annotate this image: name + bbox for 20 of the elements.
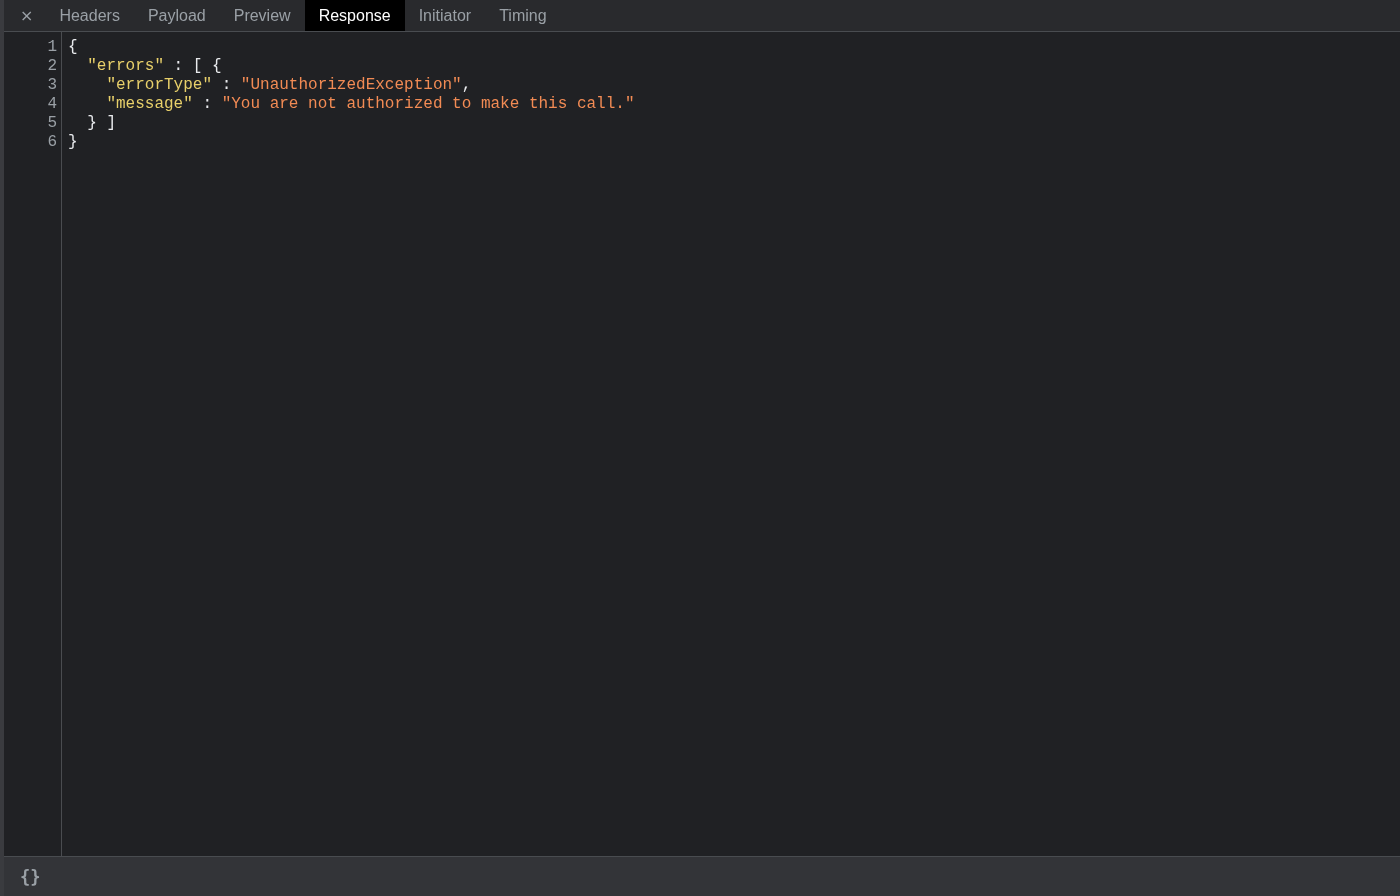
tab[interactable]: Headers [45, 0, 134, 31]
pretty-print-button[interactable]: {} [16, 864, 45, 889]
line-number: 6 [46, 133, 58, 152]
tab[interactable]: Payload [133, 0, 220, 31]
tab[interactable]: Response [304, 0, 405, 31]
line-number: 1 [46, 38, 58, 57]
tab[interactable]: Preview [219, 0, 305, 31]
line-number: 2 [46, 57, 58, 76]
code-line: } ] [86, 114, 117, 133]
code-line: "errorType" : "UnauthorizedException", [105, 76, 473, 95]
line-number: 5 [46, 114, 58, 133]
line-number: 4 [46, 95, 58, 114]
code-line: { [68, 38, 79, 57]
line-number: 3 [46, 76, 58, 95]
close-button[interactable]: × [8, 0, 46, 31]
tab[interactable]: Timing [485, 0, 561, 31]
code-line: "message" : "You are not authorized to make this call." [105, 95, 636, 114]
tab[interactable]: Initiator [404, 0, 486, 31]
code-line: "errors" : [ { [86, 57, 223, 76]
code-line: } [68, 133, 79, 152]
